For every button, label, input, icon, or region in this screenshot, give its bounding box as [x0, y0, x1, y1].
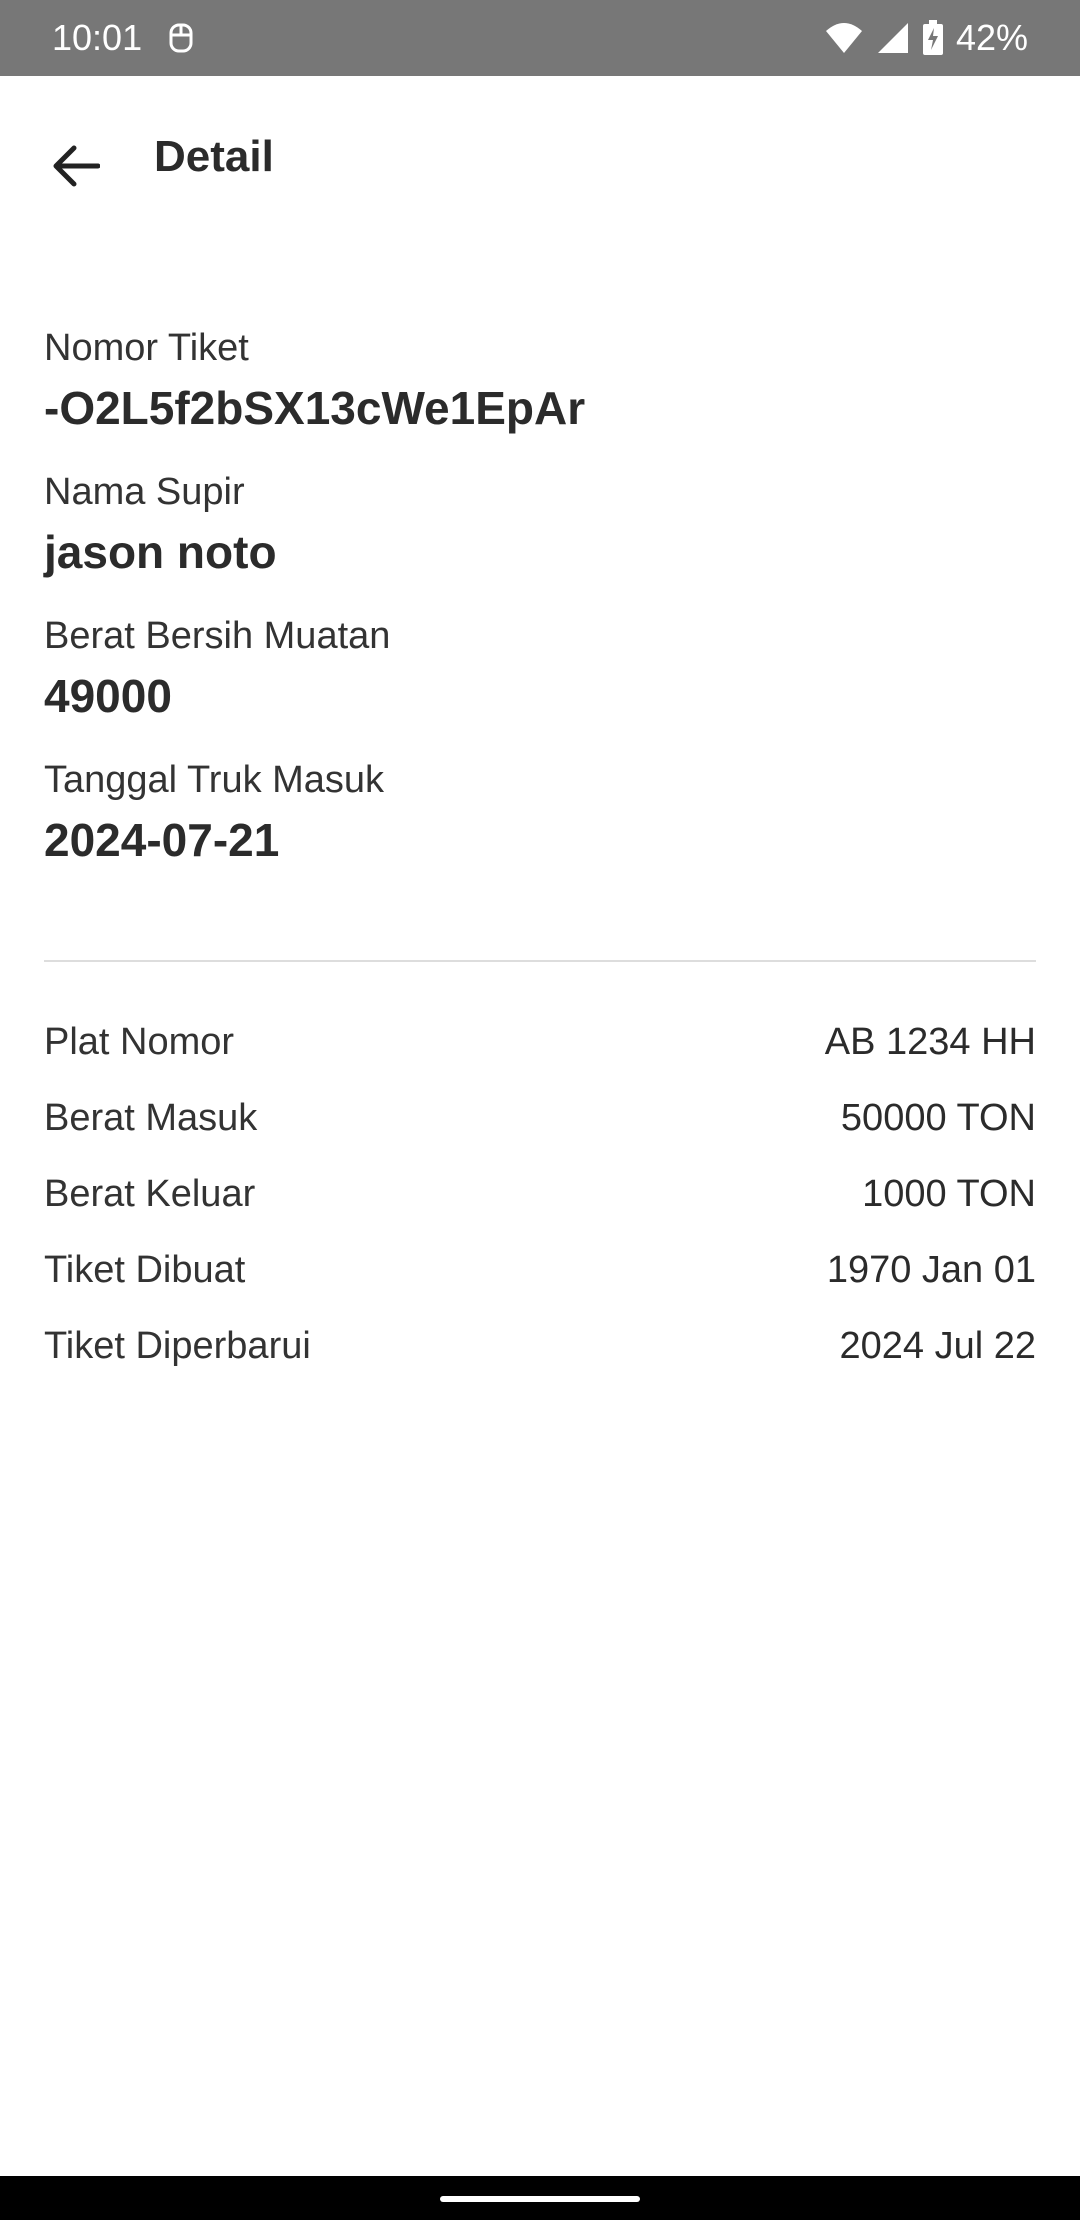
notification-icon — [166, 21, 196, 55]
detail-value: 1000 TON — [862, 1172, 1036, 1215]
ticket-summary: Nomor Tiket -O2L5f2bSX13cWe1EpAr Nama Su… — [44, 320, 1036, 896]
status-time: 10:01 — [52, 17, 143, 58]
divider — [44, 960, 1036, 962]
detail-value: AB 1234 HH — [824, 1020, 1036, 1063]
detail-label: Tiket Diperbarui — [44, 1324, 311, 1367]
back-button[interactable] — [34, 126, 118, 210]
driver-value: jason noto — [44, 526, 277, 578]
detail-value: 2024 Jul 22 — [839, 1324, 1037, 1367]
entry-date-label: Tanggal Truk Masuk — [44, 759, 385, 801]
detail-row-created: Tiket Dibuat 1970 Jan 01 — [44, 1232, 1036, 1308]
navigation-bar — [0, 2176, 1080, 2220]
wifi-icon — [824, 21, 864, 55]
ticket-number-label: Nomor Tiket — [44, 327, 249, 369]
battery-charging-icon — [922, 20, 944, 56]
ticket-details: Plat Nomor AB 1234 HH Berat Masuk 50000 … — [44, 1004, 1036, 1384]
detail-row-weight-out: Berat Keluar 1000 TON — [44, 1156, 1036, 1232]
detail-label: Berat Masuk — [44, 1096, 258, 1139]
detail-row-plate: Plat Nomor AB 1234 HH — [44, 1004, 1036, 1080]
signal-icon — [876, 21, 910, 55]
detail-value: 1970 Jan 01 — [826, 1248, 1036, 1291]
home-gesture-handle[interactable] — [440, 2196, 640, 2202]
battery-percent: 42% — [955, 17, 1028, 58]
net-weight-value: 49000 — [44, 670, 172, 722]
entry-date-value: 2024-07-21 — [44, 814, 280, 866]
net-weight-label: Berat Bersih Muatan — [44, 615, 391, 657]
ticket-number-value: -O2L5f2bSX13cWe1EpAr — [44, 382, 586, 434]
detail-label: Tiket Dibuat — [44, 1248, 246, 1291]
page-title: Detail — [154, 132, 274, 181]
arrow-back-icon — [52, 144, 101, 193]
detail-label: Plat Nomor — [44, 1020, 235, 1063]
status-bar: 10:01 42% — [0, 0, 1080, 76]
detail-value: 50000 TON — [840, 1096, 1036, 1139]
detail-row-weight-in: Berat Masuk 50000 TON — [44, 1080, 1036, 1156]
driver-label: Nama Supir — [44, 471, 245, 513]
detail-row-updated: Tiket Diperbarui 2024 Jul 22 — [44, 1308, 1036, 1384]
detail-label: Berat Keluar — [44, 1172, 256, 1215]
app-bar: Detail — [0, 76, 1080, 246]
